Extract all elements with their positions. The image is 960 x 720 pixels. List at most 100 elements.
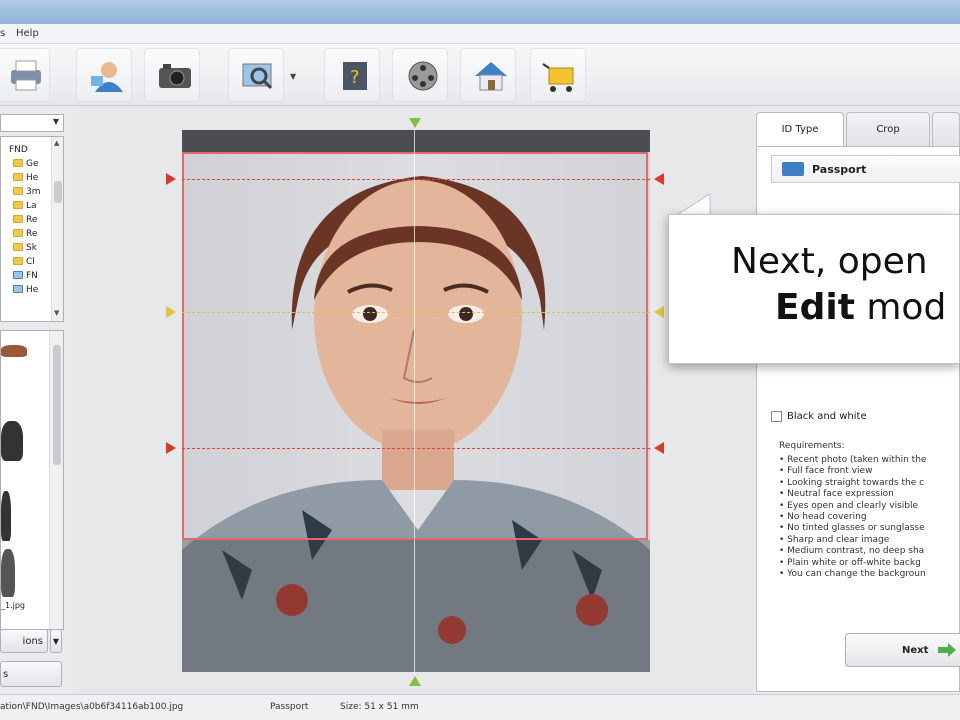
scroll-up-icon[interactable]: ▲ [54,139,59,147]
passport-icon [782,162,804,176]
right-panel: ID Type Crop Passport Black and white Re… [754,106,960,694]
status-size: Size: 51 x 51 mm [340,702,419,712]
black-white-option[interactable]: Black and white [771,411,867,422]
shopping-cart-icon [542,63,574,92]
folder-icon [13,257,23,265]
top-guide-handle-icon[interactable] [654,173,664,185]
tree-item[interactable]: Cl [13,257,35,270]
id-type-value: Passport [812,163,867,176]
photo-frame [182,130,650,672]
bottom-handle-icon[interactable] [409,676,421,686]
requirement-item: Medium contrast, no deep sha [779,546,926,557]
tree-scrollbar[interactable]: ▲ ▼ [51,137,63,321]
tree-item[interactable]: 3m [13,187,41,200]
cart-button[interactable] [530,48,586,102]
id-type-select[interactable]: Passport [771,155,960,183]
toolbar: ▼ ? [0,44,960,106]
requirement-item: Full face front view [779,466,926,477]
top-guide-handle-icon[interactable] [166,173,176,185]
folder-icon [13,201,23,209]
photo-search-dropdown-icon[interactable]: ▼ [290,72,296,81]
callout-rest: mod [854,287,947,328]
status-file-path: ation\FND\Images\a0b6f34116ab100.jpg [0,702,184,712]
user-button[interactable] [76,48,132,102]
film-reel-icon [408,61,438,91]
tree-item[interactable]: Ge [13,159,39,172]
folder-icon [13,187,23,195]
photo-search-button[interactable] [228,48,284,102]
scroll-thumb[interactable] [54,181,62,203]
tree-item[interactable]: FN [13,271,38,284]
requirement-item: Plain white or off-white backg [779,558,926,569]
arrow-right-icon [938,643,956,657]
help-book-icon: ? [343,62,367,90]
menu-item-help[interactable]: Help [16,28,39,39]
checked-folder-icon [13,285,23,293]
requirements-title: Requirements: [779,441,845,451]
thumbnail-image[interactable] [1,491,11,541]
scroll-down-icon[interactable]: ▼ [54,309,59,317]
drive-select[interactable]: ▼ [0,114,64,132]
options-button[interactable]: ions [0,629,48,653]
status-bar: ation\FND\Images\a0b6f34116ab100.jpg Pas… [0,694,960,720]
next-button[interactable]: Next [845,633,960,667]
home-button[interactable] [460,48,516,102]
title-bar [0,0,960,24]
photo-search-icon [242,63,273,90]
black-white-checkbox[interactable] [771,411,782,422]
eye-guide-handle-icon[interactable] [654,306,664,318]
requirement-item: Recent photo (taken within the [779,455,926,466]
checked-folder-icon [13,271,23,279]
folder-icon [13,215,23,223]
tab-next-partial[interactable] [932,112,960,146]
requirement-item: No tinted glasses or sunglasse [779,523,926,534]
svg-text:?: ? [350,67,360,88]
requirement-item: Eyes open and clearly visible [779,501,926,512]
photo-canvas [74,106,754,694]
eye-guide-handle-icon[interactable] [166,306,176,318]
print-button[interactable] [0,48,50,102]
callout-line-2: Edit mod [775,287,946,328]
folder-icon [13,243,23,251]
bottom-button[interactable]: s [0,661,62,687]
menu-item-partial[interactable]: s [0,28,5,39]
tree-item[interactable]: He [13,285,38,298]
tree-item[interactable]: He [13,173,38,186]
tree-item[interactable]: Re [13,215,37,228]
tree-item[interactable]: Sk [13,243,37,256]
crop-frame[interactable] [182,152,648,540]
tab-crop[interactable]: Crop [846,112,930,146]
thumbnail-image[interactable] [1,345,27,357]
top-handle-icon[interactable] [409,118,421,128]
thumbnail-list[interactable]: _1.jpg [0,330,64,630]
video-button[interactable] [392,48,448,102]
tab-id-type[interactable]: ID Type [756,112,844,148]
folder-tree[interactable]: FND Ge He 3m La Re Re Sk Cl FN He ▲ ▼ [0,136,64,322]
help-button[interactable]: ? [324,48,380,102]
camera-button[interactable] [144,48,200,102]
callout-line-1: Next, open [731,241,928,282]
chin-guide-handle-icon[interactable] [654,442,664,454]
chin-guide-handle-icon[interactable] [166,442,176,454]
eye-guide-line [182,312,650,313]
thumbnail-scrollbar[interactable] [49,331,63,629]
tree-item[interactable]: Re [13,229,37,242]
chin-guide-line [182,448,650,449]
folder-icon [13,173,23,181]
scroll-thumb[interactable] [53,345,61,465]
outside-crop-overlay [182,540,650,672]
requirement-item: Neutral face expression [779,489,926,500]
requirement-item: Looking straight towards the c [779,478,926,489]
options-dropdown-icon[interactable]: ▼ [50,629,62,653]
menu-bar: s Help [0,24,960,44]
left-panel: ▼ FND Ge He 3m La Re Re Sk Cl FN He ▲ ▼ … [0,106,74,720]
thumbnail-image[interactable] [1,421,23,461]
requirements-list: Recent photo (taken within the Full face… [779,455,926,580]
top-guide-line [182,179,650,180]
tree-item[interactable]: FND [9,145,28,158]
camera-icon [159,64,191,88]
thumbnail-image[interactable] [1,549,15,597]
tree-item[interactable]: La [13,201,37,214]
callout-bold-word: Edit [775,287,855,328]
requirement-item: You can change the backgroun [779,569,926,580]
